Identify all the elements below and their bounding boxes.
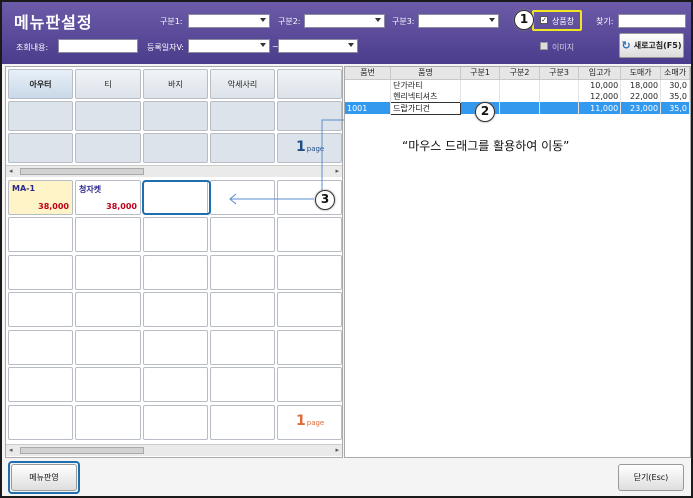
callout-2: 2 <box>475 102 495 122</box>
callout-3: 3 <box>315 190 335 210</box>
table-cell-name[interactable]: 드랍가디건 <box>390 101 461 115</box>
table-cell-c1[interactable] <box>460 79 501 91</box>
apply-button-highlight <box>8 461 80 494</box>
table-cell-wholesale[interactable]: 22,000 <box>620 90 662 102</box>
table-cell-wholesale[interactable]: 23,000 <box>620 102 662 114</box>
product-table: 품번 품명 구분1 구분2 구분3 입고가 도매가 소매가 단가라티 10,000… <box>345 67 690 115</box>
table-body: 단가라티 10,000 18,000 30,0 헨리넥티셔츠 12,000 22,000 35… <box>345 79 690 115</box>
col-header[interactable]: 구분2 <box>499 67 540 80</box>
table-cell-c3[interactable] <box>539 102 580 114</box>
table-cell-wholesale[interactable]: 18,000 <box>620 79 662 91</box>
table-cell-c2[interactable] <box>499 102 540 114</box>
table-header-row: 품번 품명 구분1 구분2 구분3 입고가 도매가 소매가 <box>345 67 690 80</box>
table-cell-name[interactable]: 헨리넥티셔츠 <box>390 90 461 102</box>
col-header[interactable]: 구분1 <box>460 67 501 80</box>
drag-instruction-note: “마우스 드래그를 활용하여 이동” <box>402 139 570 153</box>
table-cell-in-price[interactable]: 10,000 <box>578 79 622 91</box>
table-cell-in-price[interactable]: 11,000 <box>578 102 622 114</box>
col-header[interactable]: 품번 <box>345 67 392 80</box>
table-cell-code[interactable] <box>345 90 392 102</box>
table-cell-retail[interactable]: 35,0 <box>660 90 690 102</box>
table-cell-retail[interactable]: 35,0 <box>660 102 690 114</box>
window-frame: 메뉴판설정 구분1: 구분2: 구분3: ✓ 상품창 찾기: 조회내용: 등록일… <box>0 0 693 498</box>
col-header[interactable]: 품명 <box>390 67 461 80</box>
table-cell-c2[interactable] <box>499 90 540 102</box>
table-cell-c3[interactable] <box>539 90 580 102</box>
table-cell-c3[interactable] <box>539 79 580 91</box>
col-header[interactable]: 도매가 <box>620 67 662 80</box>
table-cell-retail[interactable]: 30,0 <box>660 79 690 91</box>
table-row[interactable]: 1001 드랍가디건 11,000 23,000 35,0 <box>345 101 690 115</box>
table-row[interactable]: 단가라티 10,000 18,000 30,0 <box>345 79 690 91</box>
close-button[interactable]: 닫기(Esc) <box>618 464 684 491</box>
table-cell-c1[interactable] <box>460 90 501 102</box>
col-header[interactable]: 입고가 <box>578 67 622 80</box>
col-header[interactable]: 구분3 <box>539 67 580 80</box>
table-cell-c2[interactable] <box>499 79 540 91</box>
table-cell-code[interactable]: 1001 <box>345 102 392 114</box>
table-cell-code[interactable] <box>345 79 392 91</box>
table-cell-in-price[interactable]: 12,000 <box>578 90 622 102</box>
product-table-panel: 품번 품명 구분1 구분2 구분3 입고가 도매가 소매가 단가라티 10,000… <box>344 66 691 458</box>
table-cell-name[interactable]: 단가라티 <box>390 79 461 91</box>
col-header[interactable]: 소매가 <box>660 67 690 80</box>
table-row[interactable]: 헨리넥티셔츠 12,000 22,000 35,0 <box>345 90 690 102</box>
